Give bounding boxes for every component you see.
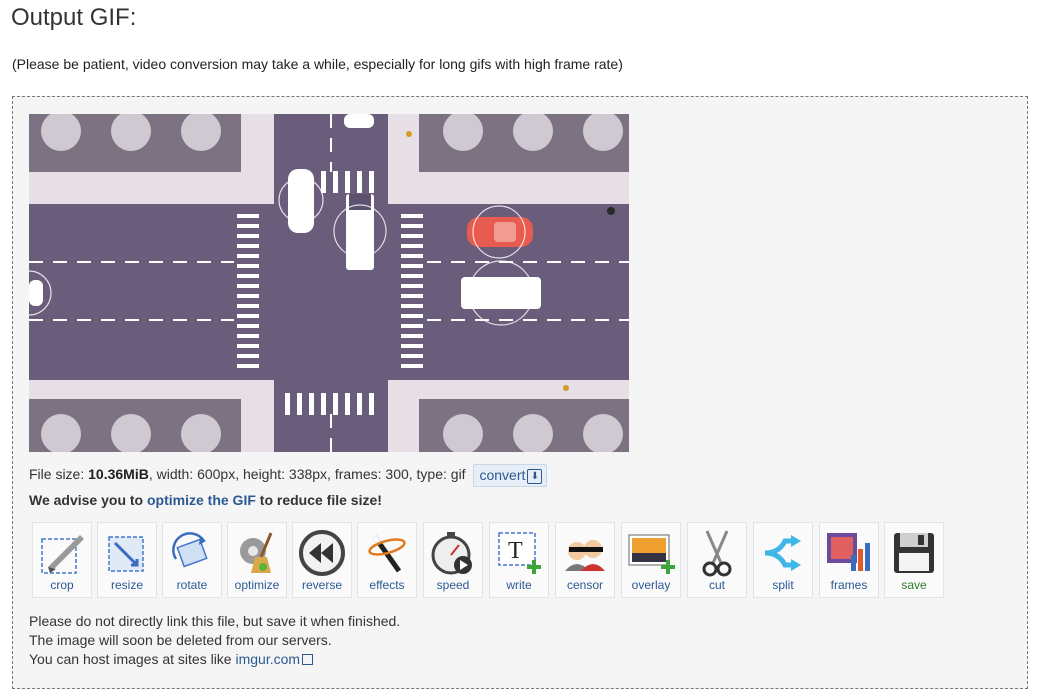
write-button[interactable]: T write <box>489 522 549 598</box>
speed-label: speed <box>436 578 470 592</box>
rotate-icon <box>172 532 208 568</box>
overlay-label: overlay <box>631 578 671 592</box>
svg-text:T: T <box>508 538 523 564</box>
optimize-advice: We advise you to optimize the GIF to red… <box>29 492 382 508</box>
output-panel: File size: 10.36MiB, width: 600px, heigh… <box>12 96 1028 689</box>
optimize-link[interactable]: optimize the GIF <box>147 492 256 508</box>
file-details: , width: 600px, height: 338px, frames: 3… <box>148 466 466 483</box>
footer-line-1: Please do not directly link this file, b… <box>29 613 401 629</box>
split-button[interactable]: split <box>753 522 813 598</box>
optimize-button[interactable]: optimize <box>227 522 287 598</box>
effects-label: effects <box>369 578 405 592</box>
reverse-button[interactable]: reverse <box>292 522 352 598</box>
magic-wand-icon <box>368 535 406 573</box>
reverse-icon <box>299 530 345 576</box>
file-size-label: File size: <box>29 466 89 483</box>
rotate-label: rotate <box>176 578 208 592</box>
footer-line-3-text: You can host images at sites like <box>29 651 236 667</box>
convert-label: convert <box>479 467 526 483</box>
crop-icon <box>41 535 84 574</box>
crop-label: crop <box>50 578 74 592</box>
conversion-notice: (Please be patient, video conversion may… <box>12 56 623 72</box>
advice-after: to reduce file size! <box>255 492 382 508</box>
speed-button[interactable]: speed <box>423 522 483 598</box>
imgur-link[interactable]: imgur.com <box>236 651 301 667</box>
resize-button[interactable]: resize <box>97 522 157 598</box>
frames-label: frames <box>830 578 868 592</box>
overlay-button[interactable]: overlay <box>621 522 681 598</box>
resize-icon <box>108 536 144 572</box>
effects-button[interactable]: effects <box>357 522 417 598</box>
frames-button[interactable]: frames <box>819 522 879 598</box>
save-button[interactable]: save <box>884 522 944 598</box>
resize-label: resize <box>110 578 143 592</box>
floppy-disk-icon <box>894 533 934 573</box>
write-label: write <box>506 578 532 592</box>
frames-icon <box>827 533 870 571</box>
split-arrows-icon <box>764 535 801 571</box>
file-size: 10.36MiB <box>88 466 149 483</box>
page-title: Output GIF: <box>11 4 137 31</box>
split-label: split <box>772 578 794 592</box>
footer-line-3: You can host images at sites like imgur.… <box>29 650 400 669</box>
stopwatch-icon <box>431 532 472 575</box>
crop-button[interactable]: crop <box>32 522 92 598</box>
gif-preview <box>29 114 629 452</box>
rotate-button[interactable]: rotate <box>162 522 222 598</box>
save-label: save <box>901 578 927 592</box>
text-icon: T <box>498 532 541 574</box>
censor-label: censor <box>566 578 604 592</box>
optimize-broom-icon <box>240 532 273 573</box>
file-info: File size: 10.36MiB, width: 600px, heigh… <box>29 464 548 487</box>
footer-notes: Please do not directly link this file, b… <box>29 612 400 669</box>
censor-faces-icon <box>565 540 605 571</box>
optimize-label: optimize <box>234 578 280 592</box>
censor-button[interactable]: censor <box>555 522 615 598</box>
cut-button[interactable]: cut <box>687 522 747 598</box>
scissors-icon <box>702 530 732 577</box>
cut-label: cut <box>708 578 725 592</box>
external-link-icon <box>302 654 314 665</box>
overlay-image-icon <box>628 534 675 574</box>
advice-before: We advise you to <box>29 492 147 508</box>
download-arrow-icon: ⬇ <box>527 469 543 484</box>
footer-line-2: The image will soon be deleted from our … <box>29 632 332 648</box>
reverse-label: reverse <box>301 578 342 592</box>
convert-button[interactable]: convert ⬇ <box>473 464 548 487</box>
